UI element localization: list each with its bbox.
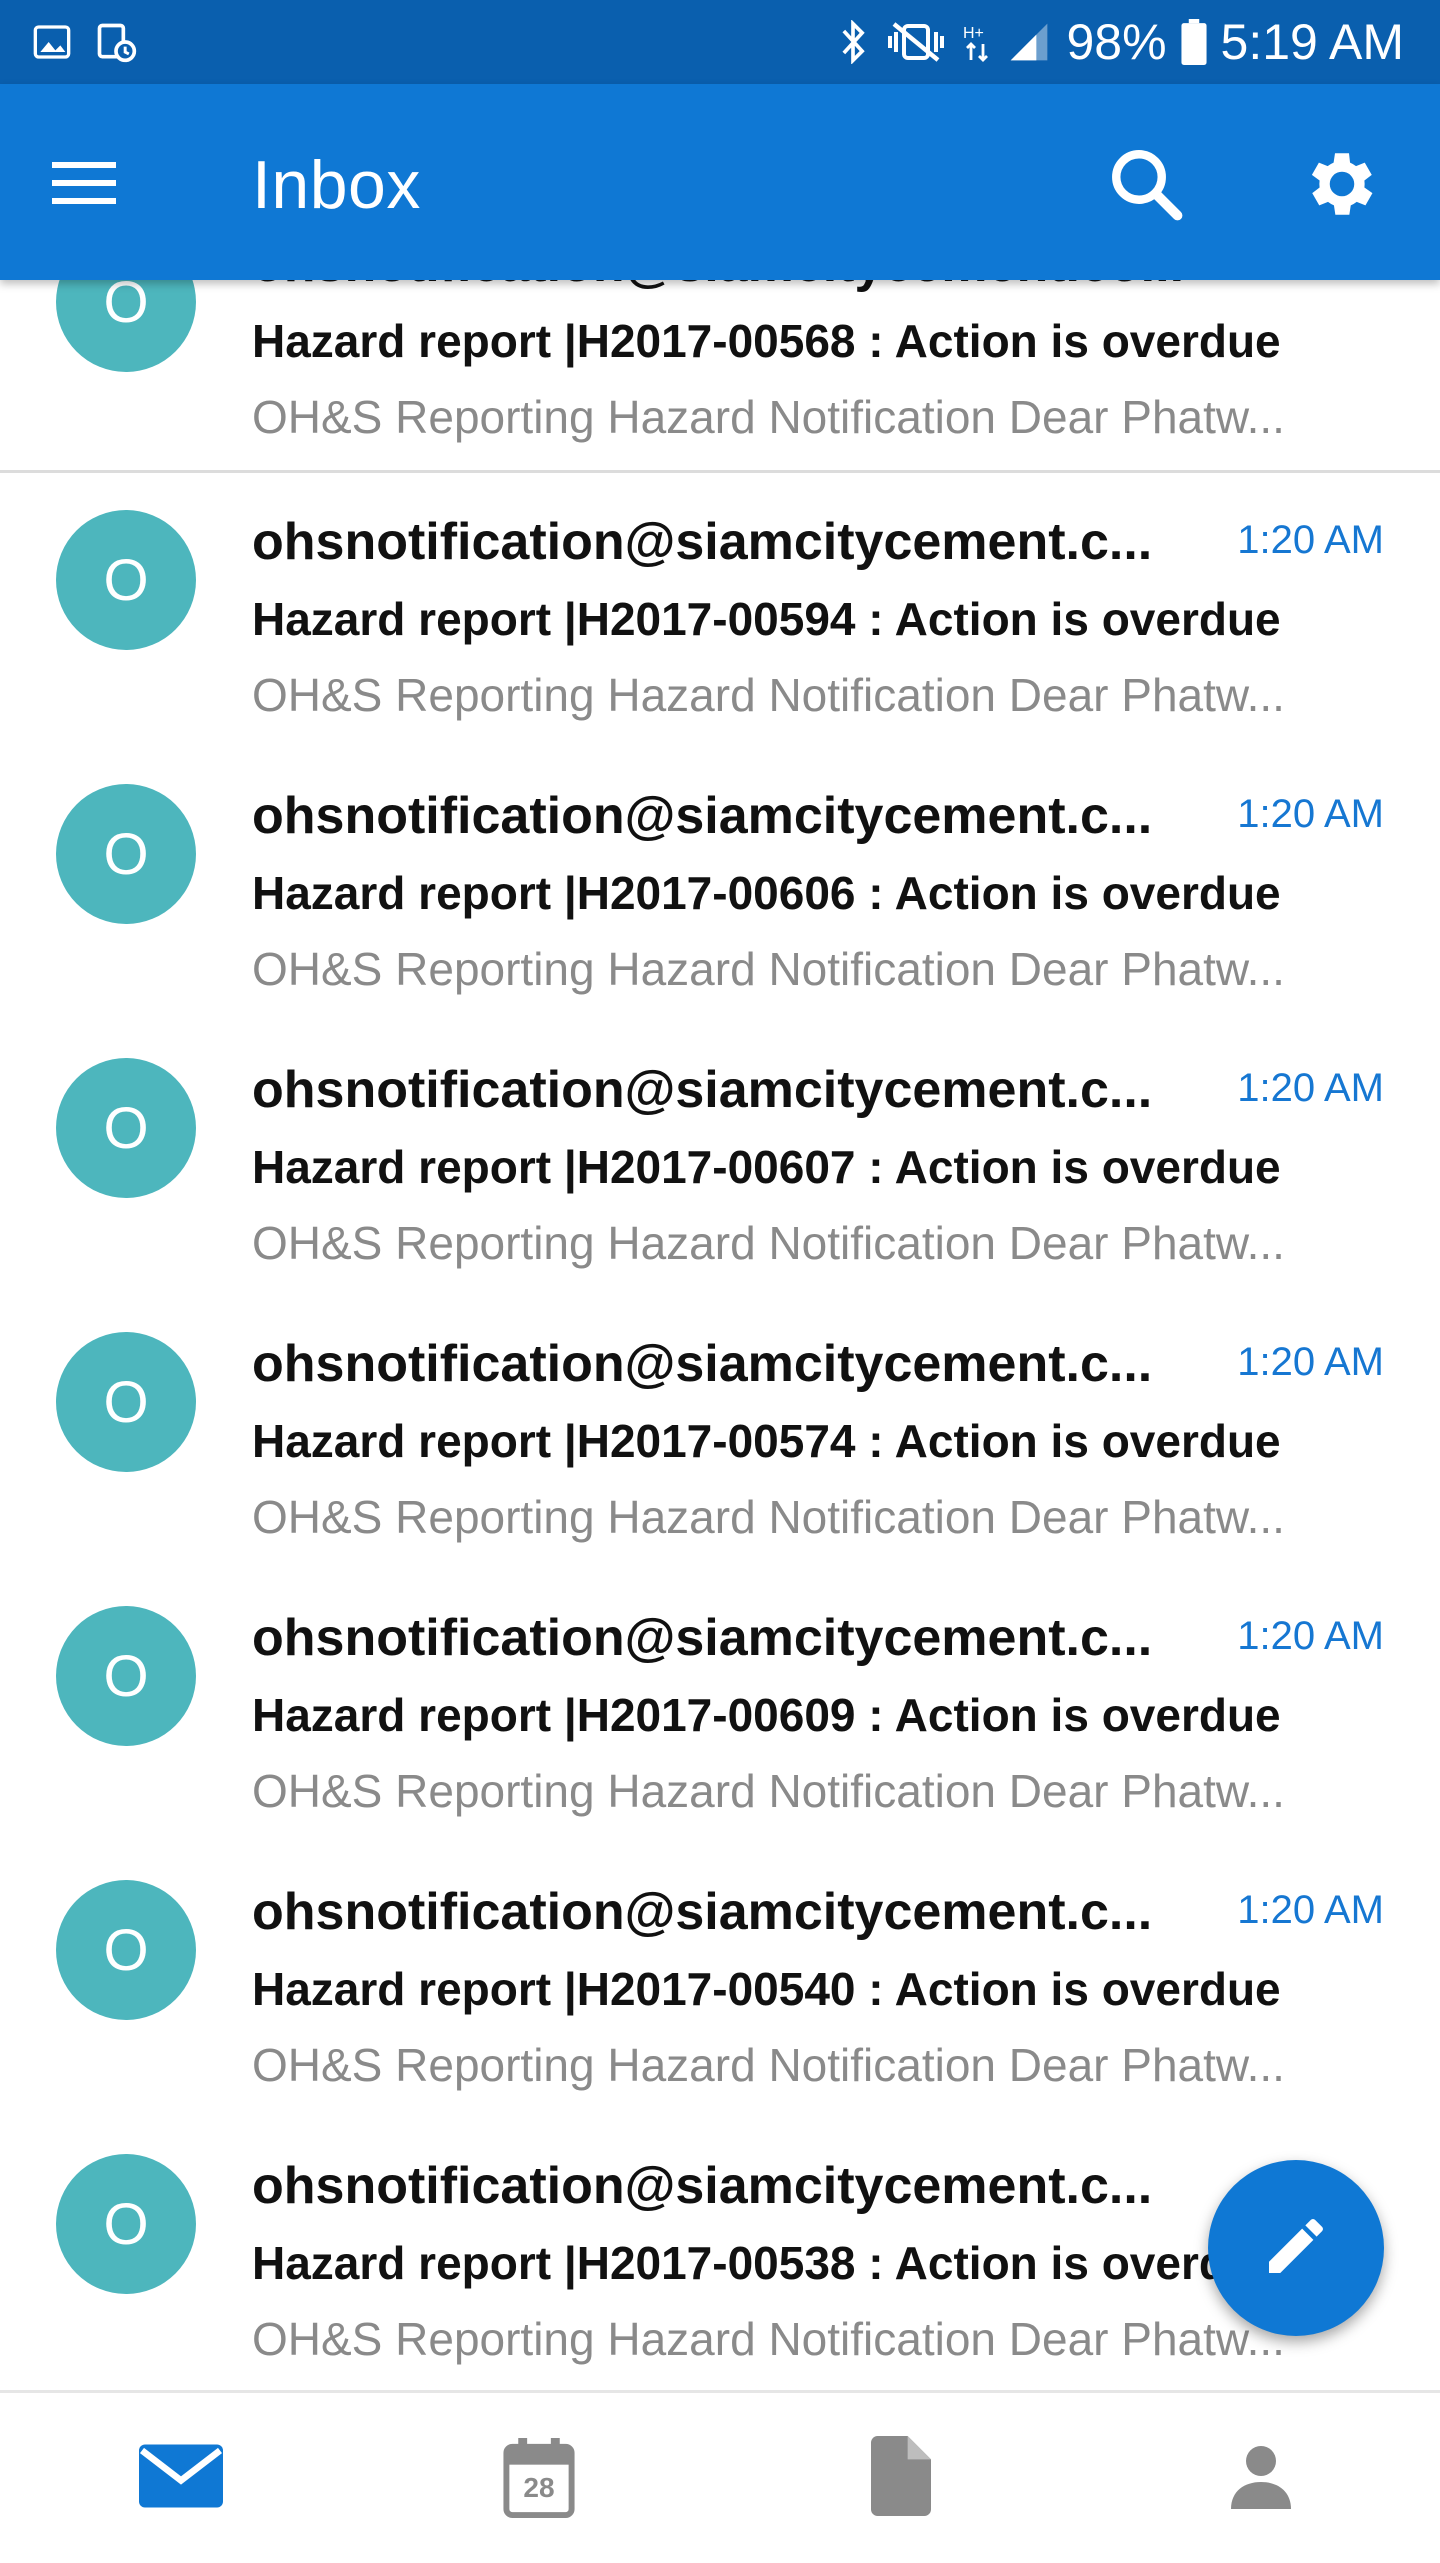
battery-percent: 98% xyxy=(1066,14,1167,70)
avatar: O xyxy=(56,1606,196,1746)
nav-mail[interactable] xyxy=(126,2433,236,2523)
message-preview: OH&S Reporting Hazard Notification Dear … xyxy=(252,2039,1285,2091)
hamburger-menu-icon[interactable] xyxy=(44,146,124,218)
message-subject: Hazard report |H2017-00607 : Action is o… xyxy=(252,1141,1281,1193)
message-sender: ohsnotification@siamcitycement.c... xyxy=(252,1061,1153,1119)
list-item[interactable]: O ohsnotification@siamcitycement.c... 1:… xyxy=(0,474,1440,751)
list-item[interactable]: O ohsnotification@siamcitycement.c... 1:… xyxy=(0,748,1440,1025)
list-item[interactable]: O ohsnotification@siamcitycement.c... 1:… xyxy=(0,1844,1440,2121)
list-item[interactable]: O ohsnotification@siamcitycement.c... 1:… xyxy=(0,1022,1440,1299)
message-preview: OH&S Reporting Hazard Notification Dear … xyxy=(252,2313,1285,2365)
data-transfer-icon: H+ xyxy=(962,20,992,64)
cell-signal-icon xyxy=(1006,20,1052,64)
message-preview: OH&S Reporting Hazard Notification Dear … xyxy=(252,1765,1285,1817)
message-time: 1:20 AM xyxy=(1237,1614,1384,1658)
nav-files[interactable] xyxy=(846,2433,956,2523)
message-sender: ohsnotification@siamcitycement.c... xyxy=(252,513,1153,571)
message-list[interactable]: O ohsnotification@siamcitycement.co... H… xyxy=(0,280,1440,2390)
message-preview: OH&S Reporting Hazard Notification Dear … xyxy=(252,943,1285,995)
list-item[interactable]: O ohsnotification@siamcitycement.co... H… xyxy=(0,280,1440,473)
message-sender: ohsnotification@siamcitycement.co... xyxy=(252,280,1182,294)
gallery-notification-icon xyxy=(32,22,72,62)
avatar: O xyxy=(56,2154,196,2294)
avatar: O xyxy=(56,280,196,372)
message-sender: ohsnotification@siamcitycement.c... xyxy=(252,2157,1153,2215)
nav-people[interactable] xyxy=(1206,2433,1316,2523)
gear-icon[interactable] xyxy=(1300,142,1384,226)
message-preview: OH&S Reporting Hazard Notification Dear … xyxy=(252,1217,1285,1269)
list-item[interactable]: O ohsnotification@siamcitycement.c... 1:… xyxy=(0,1570,1440,1847)
files-icon xyxy=(871,2435,931,2521)
pencil-icon xyxy=(1260,2210,1332,2287)
bluetooth-icon xyxy=(836,20,870,64)
message-time: 1:20 AM xyxy=(1237,1888,1384,1932)
people-icon xyxy=(1225,2440,1297,2517)
message-time: 1:20 AM xyxy=(1237,792,1384,836)
message-subject: Hazard report |H2017-00574 : Action is o… xyxy=(252,1415,1281,1467)
message-sender: ohsnotification@siamcitycement.c... xyxy=(252,1609,1153,1667)
nav-calendar[interactable]: 28 xyxy=(484,2433,594,2523)
battery-icon xyxy=(1181,19,1207,65)
compose-button[interactable] xyxy=(1208,2160,1384,2336)
screenshot-notification-icon xyxy=(94,20,138,64)
message-subject: Hazard report |H2017-00606 : Action is o… xyxy=(252,867,1281,919)
message-subject: Hazard report |H2017-00594 : Action is o… xyxy=(252,593,1281,645)
message-time: 1:20 AM xyxy=(1237,1066,1384,1110)
status-bar: H+ 98% 5:19 AM xyxy=(0,0,1440,84)
vibrate-mute-icon xyxy=(884,20,948,64)
avatar: O xyxy=(56,1880,196,2020)
search-icon[interactable] xyxy=(1104,142,1188,226)
app-bar: Inbox xyxy=(0,84,1440,280)
message-sender: ohsnotification@siamcitycement.c... xyxy=(252,1335,1153,1393)
avatar: O xyxy=(56,510,196,650)
message-time: 1:20 AM xyxy=(1237,1340,1384,1384)
calendar-icon: 28 xyxy=(503,2438,575,2518)
bottom-navigation: 28 xyxy=(0,2390,1440,2563)
message-sender: ohsnotification@siamcitycement.c... xyxy=(252,1883,1153,1941)
svg-text:H+: H+ xyxy=(963,25,984,42)
message-subject: Hazard report |H2017-00568 : Action is o… xyxy=(252,315,1281,367)
list-item[interactable]: O ohsnotification@siamcitycement.c... 1:… xyxy=(0,1296,1440,1573)
message-subject: Hazard report |H2017-00609 : Action is o… xyxy=(252,1689,1281,1741)
message-preview: OH&S Reporting Hazard Notification Dear … xyxy=(252,391,1285,443)
avatar: O xyxy=(56,1058,196,1198)
mail-icon xyxy=(139,2444,223,2513)
message-sender: ohsnotification@siamcitycement.c... xyxy=(252,787,1153,845)
message-subject: Hazard report |H2017-00540 : Action is o… xyxy=(252,1963,1281,2015)
message-preview: OH&S Reporting Hazard Notification Dear … xyxy=(252,669,1285,721)
avatar: O xyxy=(56,784,196,924)
avatar: O xyxy=(56,1332,196,1472)
calendar-day: 28 xyxy=(523,2472,555,2503)
message-preview: OH&S Reporting Hazard Notification Dear … xyxy=(252,1491,1285,1543)
status-time: 5:19 AM xyxy=(1220,14,1404,70)
message-time: 1:20 AM xyxy=(1237,518,1384,562)
page-title: Inbox xyxy=(252,147,421,223)
